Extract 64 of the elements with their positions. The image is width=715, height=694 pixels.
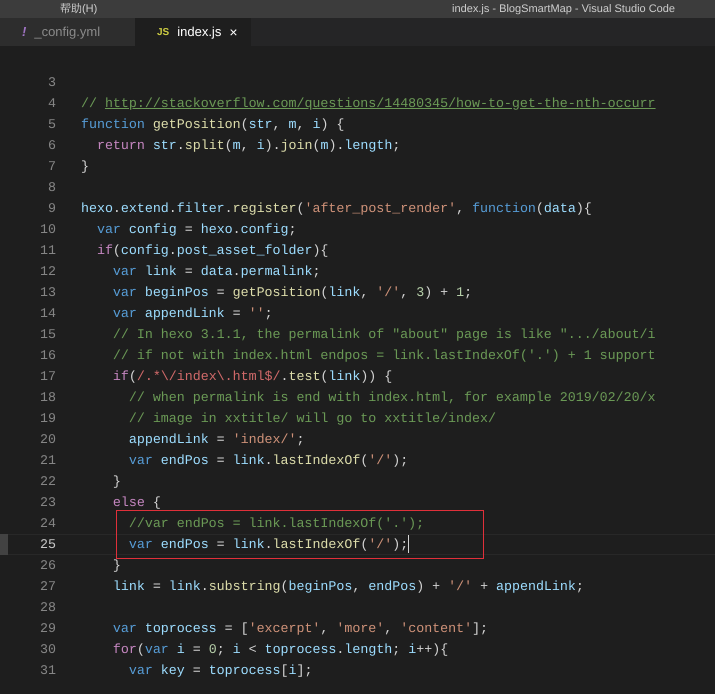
code-line: link = link.substring(beginPos, endPos) + '/' + appendLink; (112, 578, 584, 596)
window-title: index.js - BlogSmartMap - Visual Studio Code (452, 2, 675, 17)
code-line: // In hexo 3.1.1, the permalink of "about" page is like ".../about/i (112, 326, 656, 344)
line-number: 4 (47, 94, 56, 113)
line-number: 30 (39, 640, 56, 659)
code-line: return str.split(m, i).join(m).length; (96, 136, 400, 155)
code-line: var toprocess = ['excerpt', 'more', 'content']; (112, 620, 488, 638)
tab-label: index.js (177, 23, 222, 42)
line-number: 20 (39, 430, 56, 449)
line-number: 19 (39, 410, 56, 428)
line-number: 22 (39, 472, 56, 491)
line-number: 23 (39, 494, 56, 512)
code-line: appendLink = 'index/'; (128, 430, 304, 449)
code-line: if(config.post_asset_folder){ (96, 242, 328, 260)
line-number: 25 (39, 536, 56, 554)
code-line: // image in xxtitle/ will go to xxtitle/index/ (128, 410, 496, 428)
line-number: 17 (39, 368, 56, 386)
line-number: 6 (47, 136, 56, 155)
line-number: 26 (39, 556, 56, 575)
help-menu[interactable]: 帮助(H) (60, 0, 98, 18)
line-number: 15 (39, 326, 56, 344)
line-number: 9 (47, 200, 56, 218)
code-line: var beginPos = getPosition(link, '/', 3) + 1; (112, 284, 472, 302)
file-type-icon: ! (22, 22, 26, 42)
code-line: //var endPos = link.lastIndexOf('.'); (128, 514, 424, 533)
code-line: } (112, 472, 121, 491)
code-line: else { (112, 494, 161, 512)
code-line: var endPos = link.lastIndexOf('/'); (128, 452, 408, 470)
line-number: 14 (39, 304, 56, 323)
file-type-icon: JS (157, 24, 170, 40)
line-number: 16 (39, 346, 56, 365)
line-number: 10 (39, 220, 56, 239)
editor-tab[interactable]: JS index.js × (135, 18, 251, 46)
code-line: var endPos = link.lastIndexOf('/'); (128, 534, 410, 554)
code-line: // if not with index.html endpos = link.lastIndexOf('.') + 1 support (112, 346, 656, 365)
code-line: function getPosition(str, m, i) { (81, 116, 344, 134)
code-line: var config = hexo.config; (96, 220, 297, 239)
close-icon[interactable]: × (229, 22, 238, 42)
line-number: 31 (39, 662, 56, 680)
code-line: var link = data.permalink; (112, 262, 320, 281)
code-line: var appendLink = ''; (112, 304, 273, 323)
code-line: } (112, 556, 121, 575)
line-number: 24 (39, 514, 56, 533)
line-number: 11 (39, 242, 56, 260)
code-line: // http://stackoverflow.com/questions/14480345/how-to-get-the-nth-occurr (81, 94, 656, 113)
code-line: hexo.extend.filter.register('after_post_render', function(data){ (81, 200, 592, 218)
code-line: var key = toprocess[i]; (128, 662, 312, 680)
line-number: 3 (47, 74, 56, 92)
line-number: 8 (47, 178, 56, 197)
line-number: 13 (39, 284, 56, 302)
code-line: for(var i = 0; i < toprocess.length; i++){ (112, 640, 448, 659)
line-number: 7 (47, 158, 56, 176)
line-number: 18 (39, 388, 56, 407)
line-number: 28 (39, 598, 56, 617)
line-number: 5 (47, 116, 56, 134)
code-line: // when permalink is end with index.html, for example 2019/02/20/x (128, 388, 656, 407)
code-line: if(/.*\/index\.html$/.test(link)) { (112, 368, 392, 386)
code-line: } (81, 158, 89, 176)
line-number: 27 (39, 578, 56, 596)
line-number: 12 (39, 262, 56, 281)
line-number: 29 (39, 620, 56, 638)
tab-label: _config.yml (34, 23, 100, 42)
line-number: 21 (39, 452, 56, 470)
editor-tab[interactable]: ! _config.yml (0, 18, 135, 46)
